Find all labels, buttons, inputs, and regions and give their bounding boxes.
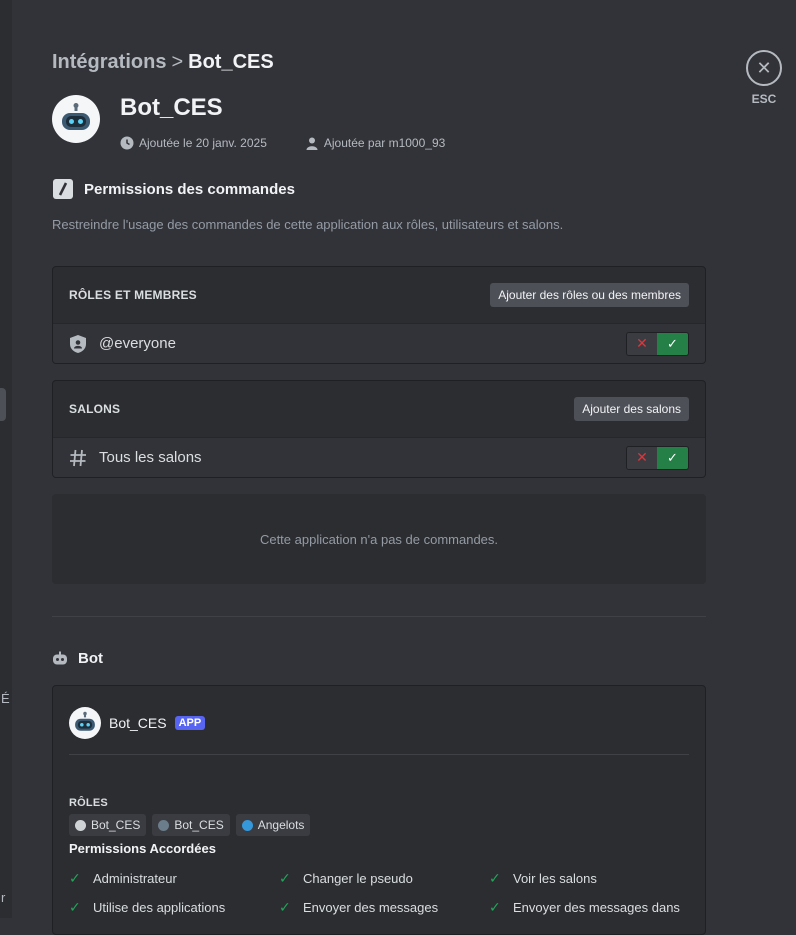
- granted-permissions-list: ✓ Administrateur ✓ Changer le pseudo ✓ Voir…: [69, 870, 699, 916]
- close-icon[interactable]: ✕: [746, 50, 782, 86]
- close-label: ESC: [751, 92, 777, 106]
- permission-item: ✓ Changer le pseudo: [279, 870, 489, 887]
- channels-header: SALONS Ajouter des salons: [53, 381, 705, 437]
- added-date-text: Ajoutée le 20 janv. 2025: [139, 136, 267, 150]
- bot-card: Bot_CES APP RÔLES Bot_CES Bot_CES Angelo…: [52, 685, 706, 935]
- integration-detail-page: Intégrations > Bot_CES Bot_CES Ajoutée l…: [52, 0, 706, 935]
- role-name: Angelots: [257, 818, 305, 832]
- roles-members-heading: RÔLES ET MEMBRES: [69, 288, 197, 302]
- command-permissions-title-text: Permissions des commandes: [84, 180, 295, 198]
- permission-item: ✓ Utilise des applications: [69, 899, 279, 916]
- app-name: Bot_CES: [120, 94, 223, 121]
- sidebar-text-fragment: É: [1, 691, 10, 706]
- slash-command-icon: [53, 179, 73, 199]
- permission-label: Voir les salons: [513, 871, 597, 886]
- permission-label: Envoyer des messages: [303, 900, 439, 915]
- check-icon: ✓: [279, 870, 291, 886]
- bot-icon: [53, 651, 67, 664]
- check-icon: ✓: [489, 870, 501, 886]
- role-pill[interactable]: Bot_CES: [69, 814, 147, 836]
- permission-label: Utilise des applications: [93, 900, 226, 915]
- permission-item: ✓ Voir les salons: [489, 870, 699, 887]
- permission-label: Changer le pseudo: [303, 871, 413, 886]
- app-badge: APP: [174, 716, 206, 730]
- granted-permissions-heading: Permissions Accordées: [69, 841, 216, 856]
- added-by: Ajoutée par m1000_93: [305, 136, 445, 150]
- bot-section-title: Bot: [52, 650, 103, 667]
- permission-toggle: ✕ ✓: [626, 445, 689, 470]
- breadcrumb-separator: >: [171, 51, 184, 73]
- permission-item: ✓ Envoyer des messages: [279, 899, 489, 916]
- check-icon: ✓: [279, 899, 291, 915]
- allow-check-icon[interactable]: ✓: [657, 332, 688, 355]
- command-permissions-title: Permissions des commandes: [52, 178, 295, 200]
- role-name: Bot_CES: [91, 818, 141, 832]
- check-icon: ✓: [69, 899, 81, 915]
- robot-avatar-icon: [75, 711, 95, 731]
- breadcrumb-integrations-link[interactable]: Intégrations: [52, 51, 166, 74]
- roles-members-card: RÔLES ET MEMBRES Ajouter des rôles ou de…: [52, 266, 706, 364]
- role-list: Bot_CES Bot_CES Angelots: [69, 814, 311, 836]
- add-roles-members-button[interactable]: Ajouter des rôles ou des membres: [490, 283, 689, 307]
- roles-heading: RÔLES: [69, 797, 108, 809]
- command-permissions-description: Restreindre l'usage des commandes de cet…: [52, 217, 564, 232]
- bot-section-title-text: Bot: [78, 650, 103, 667]
- deny-x-icon[interactable]: ✕: [627, 446, 658, 469]
- permission-toggle: ✕ ✓: [626, 331, 689, 356]
- role-name: Bot_CES: [174, 818, 224, 832]
- added-by-text: Ajoutée par m1000_93: [323, 136, 446, 150]
- no-commands-message: Cette application n'a pas de commandes.: [52, 494, 706, 584]
- permission-item: ✓ Administrateur: [69, 870, 279, 887]
- role-pill[interactable]: Angelots: [235, 814, 311, 836]
- permission-row-label: @everyone: [99, 335, 176, 352]
- sidebar-text-fragment: r: [1, 890, 6, 905]
- permission-row-everyone: @everyone ✕ ✓: [53, 323, 705, 363]
- add-channels-button[interactable]: Ajouter des salons: [574, 397, 689, 421]
- breadcrumb: Intégrations > Bot_CES: [52, 51, 274, 74]
- allow-check-icon[interactable]: ✓: [657, 446, 688, 469]
- user-icon: [306, 137, 318, 150]
- bot-card-divider: [69, 754, 689, 755]
- clock-icon: [120, 136, 134, 150]
- app-avatar: [52, 95, 100, 143]
- permission-row-all-channels: Tous les salons ✕ ✓: [53, 437, 705, 477]
- check-icon: ✓: [69, 870, 81, 886]
- added-date: Ajoutée le 20 janv. 2025: [120, 136, 267, 150]
- channels-card: SALONS Ajouter des salons Tous les salon…: [52, 380, 706, 478]
- deny-x-icon[interactable]: ✕: [627, 332, 658, 355]
- roles-members-header: RÔLES ET MEMBRES Ajouter des rôles ou de…: [53, 267, 705, 323]
- hashtag-icon: [70, 449, 86, 466]
- check-icon: ✓: [489, 899, 501, 915]
- role-pill[interactable]: Bot_CES: [152, 814, 230, 836]
- server-pill-indicator: [0, 388, 6, 421]
- bot-avatar: [69, 707, 101, 739]
- robot-avatar-icon: [62, 103, 90, 130]
- role-shield-icon: [70, 334, 86, 353]
- app-meta: Ajoutée le 20 janv. 2025 Ajoutée par m10…: [120, 136, 445, 150]
- role-color-dot: [158, 819, 170, 831]
- role-color-dot: [241, 819, 253, 831]
- background-sidebar-strip: É r: [0, 0, 12, 918]
- breadcrumb-current: Bot_CES: [188, 51, 274, 73]
- permission-label: Envoyer des messages dans: [513, 900, 680, 915]
- permission-row-label: Tous les salons: [99, 449, 202, 466]
- close-button[interactable]: ✕ ESC: [746, 50, 782, 106]
- section-divider: [52, 616, 706, 617]
- role-color-dot: [75, 819, 86, 831]
- bot-identity: Bot_CES APP: [69, 707, 206, 739]
- bot-name: Bot_CES: [109, 715, 167, 731]
- permission-label: Administrateur: [93, 871, 177, 886]
- permission-item: ✓ Envoyer des messages dans: [489, 899, 699, 916]
- channels-heading: SALONS: [69, 402, 121, 416]
